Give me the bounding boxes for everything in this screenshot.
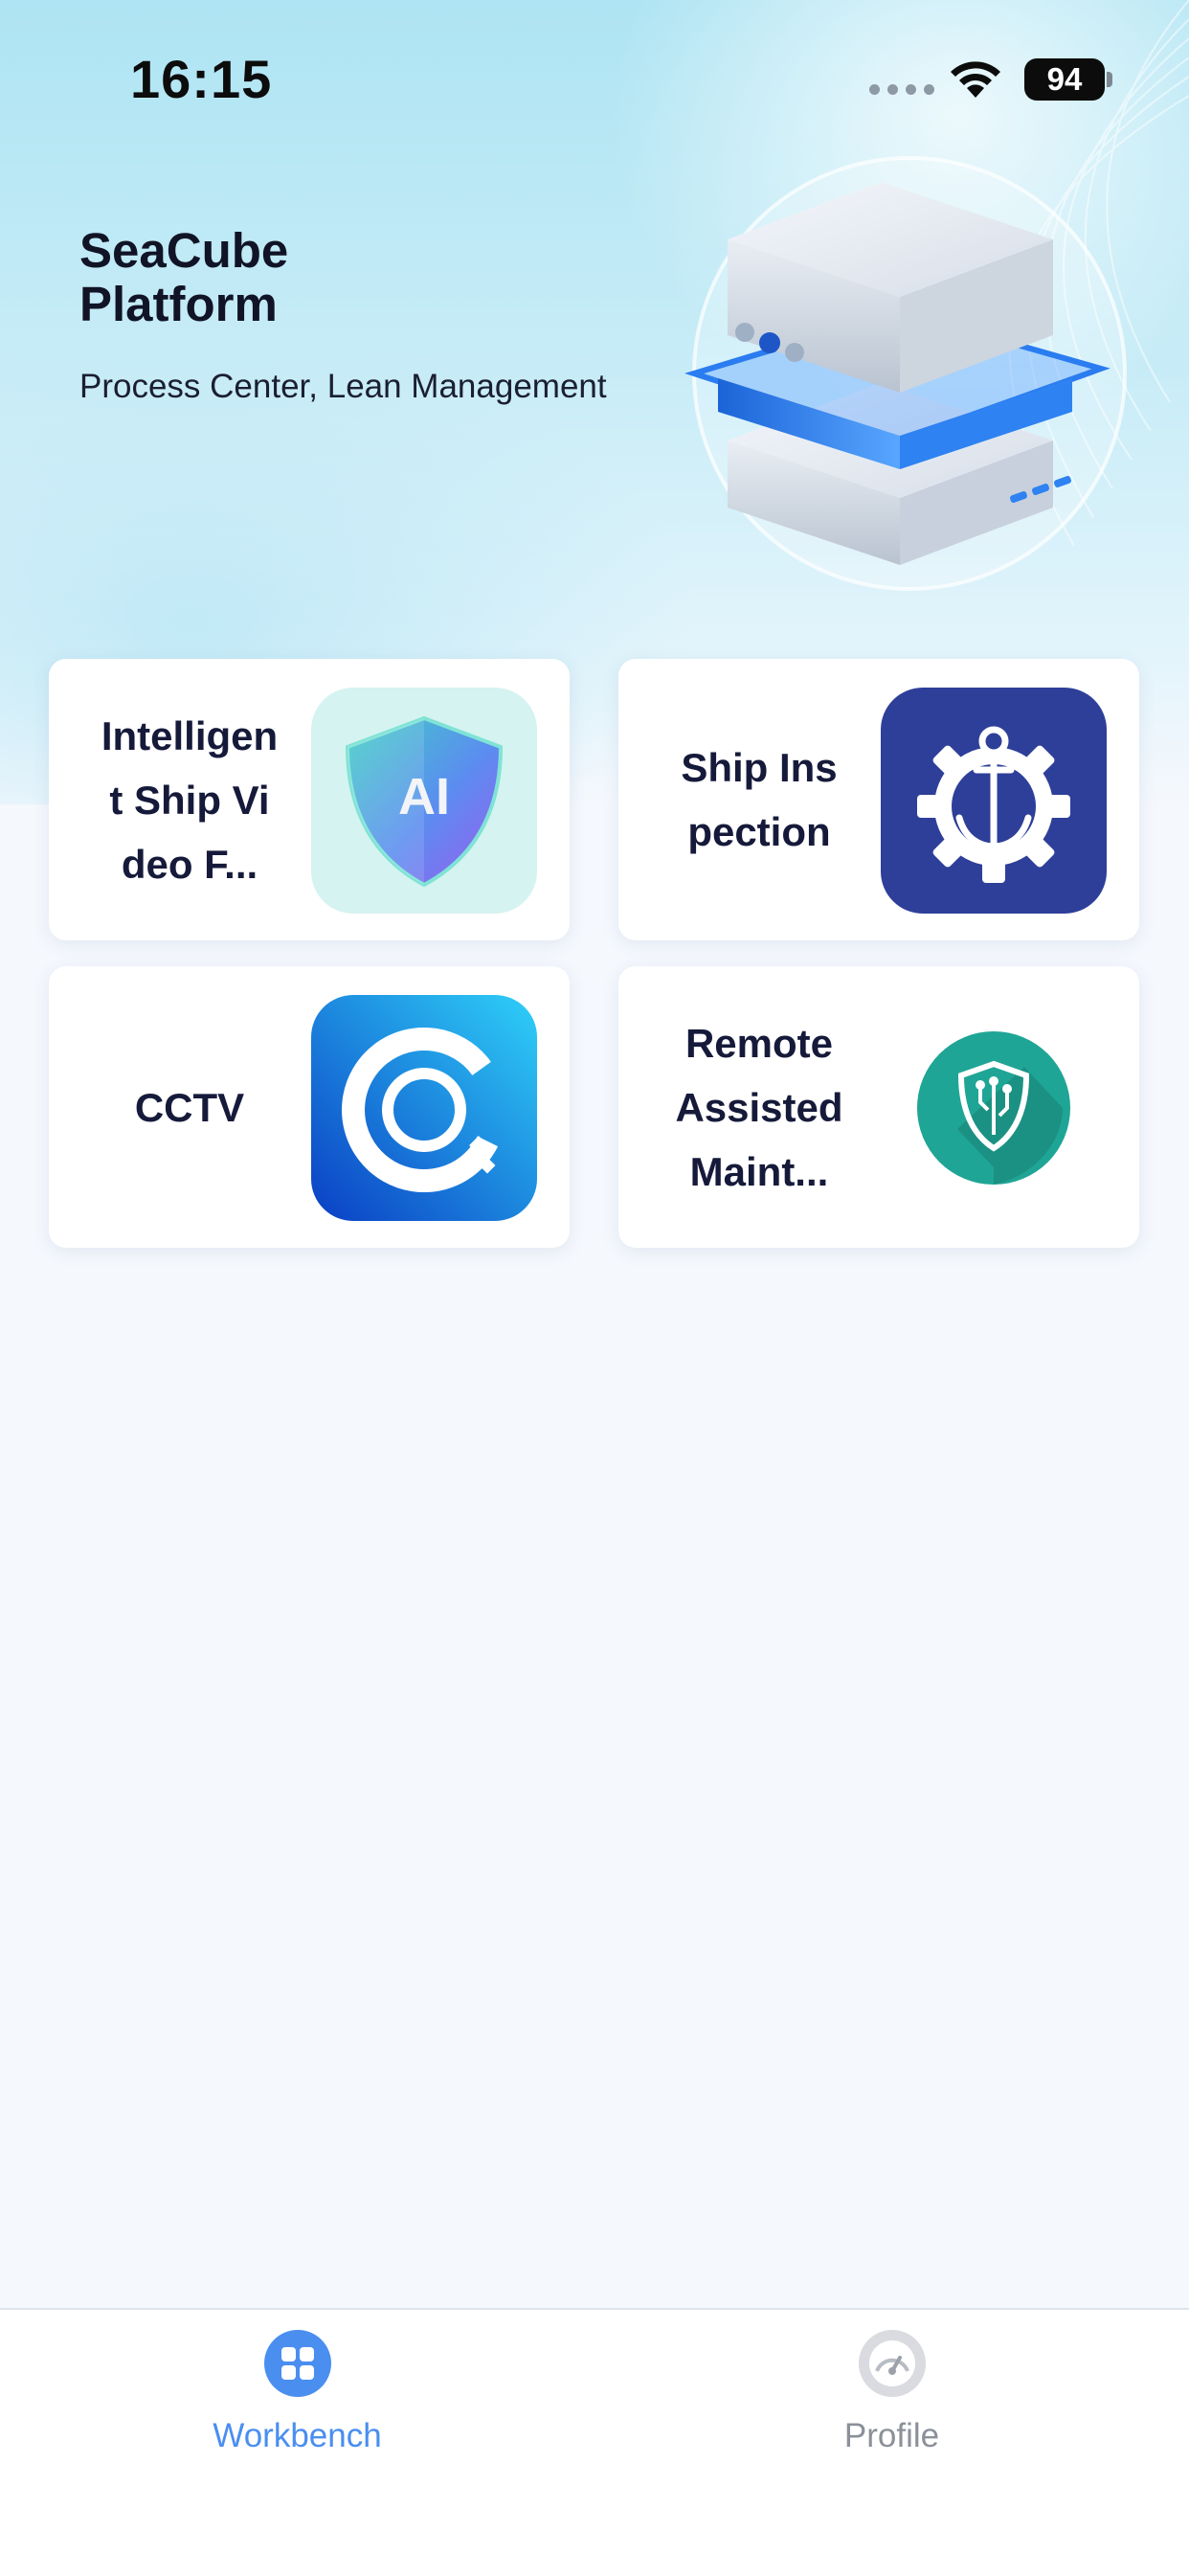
anchor-gear-icon — [881, 688, 1107, 914]
app-card-label: Intelligen t Ship Vi deo F... — [101, 712, 279, 887]
shield-circuit-icon — [881, 995, 1107, 1221]
tab-label: Workbench — [213, 2417, 382, 2454]
gauge-icon — [858, 2330, 926, 2397]
cellular-signal-icon — [869, 84, 934, 95]
app-card-cctv[interactable]: CCTV — [49, 966, 570, 1248]
ai-icon-text: AI — [398, 768, 450, 825]
app-card-label: CCTV — [134, 1084, 245, 1130]
app-card-label: Remote Assisted Maint... — [675, 1020, 843, 1194]
ai-shield-icon: AI — [311, 688, 537, 914]
tab-workbench[interactable]: Workbench — [0, 2310, 594, 2482]
status-time: 16:15 — [130, 49, 273, 109]
app-card-label: Ship Ins pection — [681, 745, 838, 854]
cctv-camera-icon — [311, 995, 537, 1221]
wifi-icon — [951, 61, 1000, 98]
tab-label: Profile — [843, 2417, 940, 2454]
grid-icon — [263, 2330, 331, 2397]
tab-profile[interactable]: Profile — [594, 2310, 1189, 2482]
bottom-tab-bar: Workbench Profile — [0, 2308, 1189, 2576]
app-card-intelligent-ship-video[interactable]: Intelligen t Ship Vi deo F... AI — [49, 659, 570, 940]
battery-level: 94 — [1046, 61, 1083, 97]
page-subtitle: Process Center, Lean Management — [79, 368, 607, 405]
app-card-remote-assisted-maintenance[interactable]: Remote Assisted Maint... — [618, 966, 1139, 1248]
battery-indicator: 94 — [1024, 58, 1105, 101]
battery-cap — [1107, 72, 1112, 87]
app-card-ship-inspection[interactable]: Ship Ins pection — [618, 659, 1139, 940]
server-illustration — [684, 156, 1127, 591]
page-title: SeaCube Platform — [79, 223, 289, 331]
